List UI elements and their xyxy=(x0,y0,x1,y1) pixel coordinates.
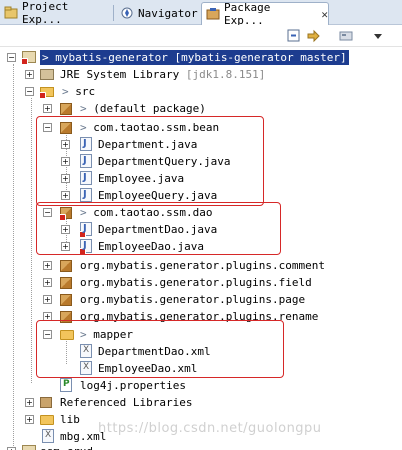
expand-toggle[interactable]: + xyxy=(25,415,34,424)
link-with-editor-icon[interactable] xyxy=(306,28,322,44)
tree-item-package[interactable]: + org.mybatis.generator.plugins.comment xyxy=(0,257,402,274)
expand-toggle[interactable]: + xyxy=(43,104,52,113)
tree-item-label: mybatis-generator [mybatis-generator mas… xyxy=(55,51,347,64)
expand-toggle[interactable]: + xyxy=(43,295,52,304)
tree-item-label: JRE System Library xyxy=(60,68,180,81)
xml-file-icon xyxy=(42,429,54,443)
tab-package-explorer[interactable]: Package Exp... ✕ xyxy=(201,1,329,27)
tree-item-label: ssm-crud xyxy=(40,444,93,450)
highlight-box-mapper xyxy=(36,320,284,378)
tree-item-label: org.mybatis.generator.plugins.field xyxy=(80,276,312,289)
tree-item-label: lib xyxy=(60,413,80,426)
tree-item-label: org.mybatis.generator.plugins.page xyxy=(80,293,306,306)
tree-item-project[interactable]: + ssm-crud xyxy=(0,443,402,450)
tree-item-project[interactable]: − > mybatis-generator [mybatis-generator… xyxy=(0,49,402,66)
tree-item-label: log4j.properties xyxy=(80,379,186,392)
view-menu-icon[interactable] xyxy=(338,28,354,44)
view-toolbar xyxy=(0,25,402,47)
expand-toggle[interactable]: + xyxy=(43,261,52,270)
tree-item-label: Referenced Libraries xyxy=(60,396,193,409)
tab-label: Navigator xyxy=(138,6,198,20)
folder-icon xyxy=(40,415,54,425)
source-folder-icon xyxy=(39,87,54,99)
library-icon xyxy=(40,69,54,80)
tab-project-explorer[interactable]: Project Exp... xyxy=(0,0,112,26)
navigator-icon xyxy=(120,6,134,20)
expand-toggle[interactable]: + xyxy=(25,70,34,79)
package-explorer-tree: − > mybatis-generator [mybatis-generator… xyxy=(0,47,402,450)
tab-divider xyxy=(113,5,114,21)
expand-toggle[interactable]: + xyxy=(43,278,52,287)
tree-item-label: (default package) xyxy=(93,102,206,115)
tree-item-label: org.mybatis.generator.plugins.comment xyxy=(80,259,326,272)
view-tab-bar: Project Exp... Navigator Package Exp... … xyxy=(0,0,402,27)
jre-version-decorator: [jdk1.8.151] xyxy=(179,68,266,81)
tab-label: Project Exp... xyxy=(22,0,69,26)
git-decorator: > xyxy=(42,51,56,64)
tree-item-package[interactable]: + org.mybatis.generator.plugins.field xyxy=(0,274,402,291)
tab-navigator[interactable]: Navigator xyxy=(116,2,201,24)
collapse-toggle[interactable]: − xyxy=(25,87,34,96)
project-explorer-icon xyxy=(4,6,18,20)
tree-item-src[interactable]: − > src xyxy=(0,83,402,100)
git-decorator: > xyxy=(62,85,76,98)
project-folder-icon xyxy=(21,51,36,65)
package-icon xyxy=(60,277,72,289)
highlight-box-bean xyxy=(36,116,264,206)
tree-item-default-package[interactable]: + > (default package) xyxy=(0,100,402,117)
expand-toggle[interactable]: + xyxy=(25,398,34,407)
tree-item-jre[interactable]: + JRE System Library [jdk1.8.151] xyxy=(0,66,402,83)
chevron-down-icon[interactable] xyxy=(370,28,386,44)
package-icon xyxy=(60,294,72,306)
collapse-all-icon[interactable] xyxy=(286,28,302,44)
library-icon xyxy=(40,397,52,408)
tree-item-package[interactable]: + org.mybatis.generator.plugins.page xyxy=(0,291,402,308)
package-explorer-icon xyxy=(206,7,220,21)
tab-label: Package Exp... xyxy=(224,1,271,27)
git-decorator: > xyxy=(80,102,94,115)
package-icon xyxy=(60,103,72,115)
tree-item-label: src xyxy=(75,85,96,98)
watermark: https://blog.csdn.net/guolongpu xyxy=(98,421,322,436)
tree-item-referenced-libraries[interactable]: + Referenced Libraries xyxy=(0,394,402,411)
close-icon[interactable]: ✕ xyxy=(321,8,328,21)
properties-file-icon xyxy=(60,378,72,392)
package-icon xyxy=(60,260,72,272)
tree-item-properties-file[interactable]: log4j.properties xyxy=(0,377,402,394)
project-folder-icon xyxy=(22,445,36,450)
collapse-toggle[interactable]: − xyxy=(7,53,16,62)
highlight-box-dao xyxy=(36,202,281,255)
